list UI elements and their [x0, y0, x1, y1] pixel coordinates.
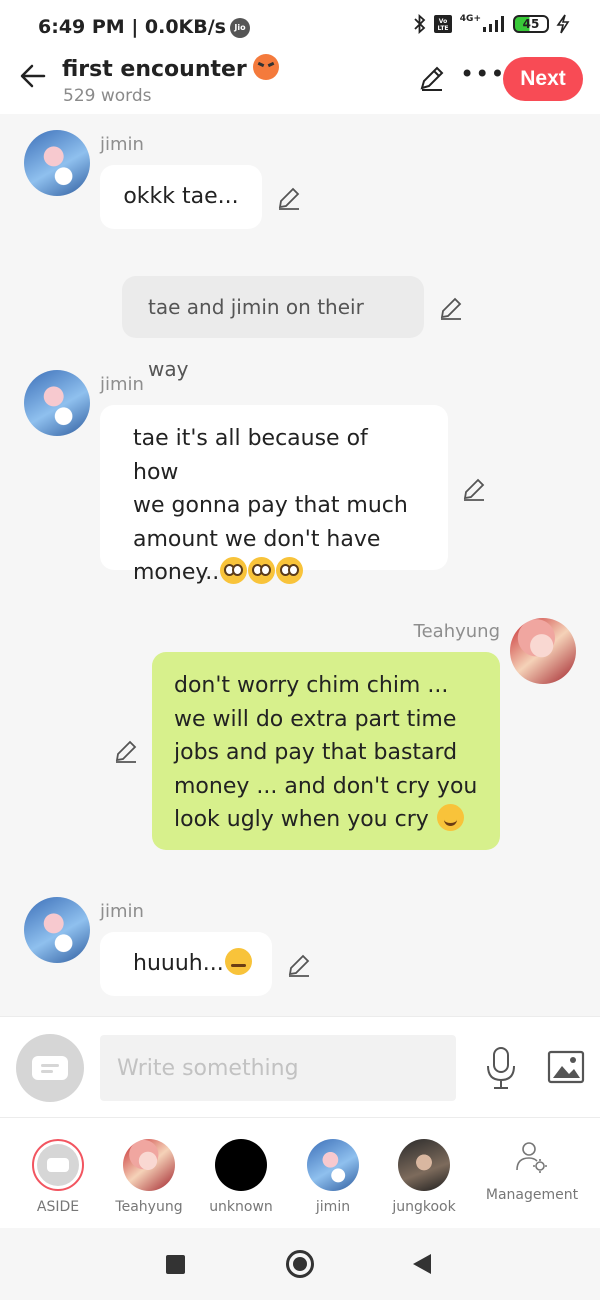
speaker-name: jimin: [100, 134, 144, 155]
message-text: huuuh...: [133, 951, 224, 976]
user-settings-icon: [516, 1142, 547, 1173]
network-type: 4G+: [459, 14, 481, 24]
edit-message-icon[interactable]: [113, 738, 139, 764]
avatar-jimin[interactable]: [24, 130, 90, 196]
jio-badge: Jio: [230, 17, 250, 38]
svg-text:Vo: Vo: [439, 18, 447, 25]
message-line: look ugly when you cry: [174, 807, 429, 832]
home-icon[interactable]: [286, 1250, 314, 1278]
message-bubble[interactable]: okkk tae...: [100, 165, 262, 229]
message-line: jobs and pay that bastard: [174, 740, 458, 765]
avatar-unknown: [215, 1139, 267, 1191]
avatar-teahyung: [123, 1139, 175, 1191]
character-selector: ASIDE Teahyung unknown jimin jungkook Ma…: [0, 1118, 600, 1228]
character-unknown[interactable]: unknown: [195, 1118, 287, 1228]
edit-message-icon[interactable]: [276, 185, 302, 211]
recents-icon[interactable]: [166, 1255, 185, 1274]
signal-icon: [483, 16, 504, 32]
message-input[interactable]: [100, 1035, 456, 1101]
message-line: we will do extra part time: [174, 706, 457, 732]
character-label: Teahyung: [115, 1199, 183, 1215]
character-jungkook[interactable]: jungkook: [378, 1118, 470, 1228]
microphone-icon[interactable]: [483, 1046, 519, 1090]
pensive-face-icon: [224, 948, 252, 975]
aside-text: tae and jimin on their way: [148, 295, 364, 381]
composer-bar: [0, 1016, 600, 1118]
avatar-jimin: [307, 1139, 359, 1191]
speaker-name: jimin: [100, 374, 144, 395]
flushed-face-icon: [276, 557, 304, 584]
management-label: Management: [485, 1187, 579, 1203]
more-options-icon[interactable]: •••: [460, 60, 505, 88]
status-icons: Vo LTE 4G+ 45: [414, 14, 570, 34]
chat-area[interactable]: jimin okkk tae... tae and jimin on their…: [0, 114, 600, 1016]
speaker-name: jimin: [100, 901, 144, 922]
character-teahyung[interactable]: Teahyung: [103, 1118, 195, 1228]
next-button[interactable]: Next: [503, 57, 583, 101]
angry-face-icon: [252, 54, 279, 80]
status-time: 6:49 PM | 0.0KB/s Jio: [38, 16, 250, 38]
character-management-button[interactable]: Management: [484, 1118, 580, 1228]
status-bar: 6:49 PM | 0.0KB/s Jio Vo LTE 4G+ 45: [0, 0, 600, 52]
character-aside[interactable]: ASIDE: [12, 1118, 104, 1228]
story-title: first encounter: [62, 54, 279, 82]
message-line: we gonna pay that much: [133, 493, 408, 518]
flushed-face-icon: [248, 557, 276, 584]
flushed-face-icon: [220, 557, 248, 584]
bluetooth-icon: [414, 14, 426, 34]
message-line: don't worry chim chim ...: [174, 673, 449, 698]
character-label: jungkook: [392, 1199, 456, 1215]
svg-text:LTE: LTE: [437, 25, 448, 32]
edit-title-icon[interactable]: [418, 64, 446, 92]
message-icon: [32, 1056, 68, 1080]
character-jimin[interactable]: jimin: [287, 1118, 379, 1228]
battery-icon: 45: [513, 15, 549, 33]
message-bubble[interactable]: huuuh...: [100, 932, 272, 996]
message-bubble[interactable]: tae it's all because of how we gonna pay…: [100, 405, 448, 585]
character-label: ASIDE: [36, 1199, 80, 1215]
story-header: first encounter 529 words ••• Next: [0, 52, 600, 114]
aside-bubble[interactable]: tae and jimin on their way: [122, 276, 424, 381]
edit-aside-icon[interactable]: [438, 295, 464, 321]
word-count: 529 words: [63, 86, 152, 106]
avatar-jimin[interactable]: [24, 897, 90, 963]
message-line: amount we don't have: [133, 526, 381, 552]
back-icon[interactable]: [413, 1254, 431, 1274]
image-icon[interactable]: [547, 1050, 585, 1084]
message-line: tae it's all because of how: [133, 426, 368, 485]
message-line: money..: [133, 560, 220, 585]
edit-message-icon[interactable]: [286, 952, 312, 978]
message-bubble[interactable]: don't worry chim chim ... we will do ext…: [152, 652, 500, 850]
aside-icon: [32, 1139, 84, 1191]
volte-icon: VoLTE: [433, 15, 452, 33]
app-root: 6:49 PM | 0.0KB/s Jio Vo LTE 4G+ 45 first …: [0, 0, 600, 1300]
avatar-teahyung[interactable]: [510, 618, 576, 684]
charging-icon: [556, 14, 570, 34]
smiling-face-icon: [436, 804, 464, 831]
character-label: unknown: [209, 1199, 273, 1215]
character-label: jimin: [315, 1199, 351, 1215]
edit-message-icon[interactable]: [461, 476, 487, 502]
avatar-jungkook: [398, 1139, 450, 1191]
avatar-jimin[interactable]: [24, 370, 90, 436]
aside-toggle-button[interactable]: [16, 1034, 84, 1102]
speaker-name: Teahyung: [413, 621, 500, 642]
message-text: okkk tae...: [123, 184, 239, 209]
message-line: money ... and don't cry you: [174, 773, 478, 799]
system-nav-bar: [0, 1228, 600, 1300]
back-arrow-icon[interactable]: [16, 58, 52, 94]
